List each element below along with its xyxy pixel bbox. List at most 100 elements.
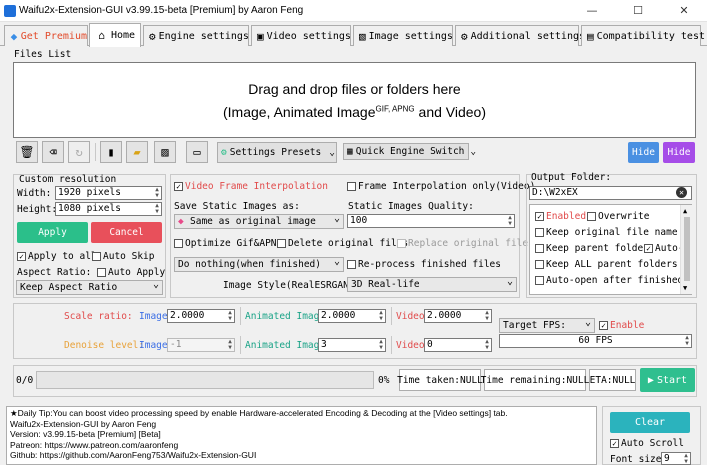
maximize-button[interactable]: ☐ [615, 0, 661, 22]
image-style-select[interactable]: 3D Real-life [347, 277, 517, 292]
scale-video-input[interactable]: 2.0000 ▲ ▼ [424, 309, 492, 323]
apply-to-all-checkbox[interactable]: Apply to all [17, 251, 97, 262]
tab-engine-settings[interactable]: ⚙ Engine settings [143, 25, 249, 46]
settings-presets-button[interactable]: ⚙ Settings Presets ⌄ [217, 142, 337, 163]
tab-video-settings[interactable]: ▣ Video settings [251, 25, 351, 46]
output-options-list: Enabled Overwrite Keep original file nam… [529, 204, 692, 295]
reprocess-checkbox[interactable]: Re-process finished files [347, 259, 501, 270]
drop-formats: (Image, Animated ImageGIF, APNG and Vide… [222, 104, 486, 120]
drop-instruction: Drag and drop files or folders here [248, 81, 461, 97]
denoise-image-label: Image [139, 340, 168, 351]
frame-interpolation-only-checkbox[interactable]: Frame Interpolation only(Video) [347, 181, 535, 192]
tab-image-settings[interactable]: ▧ Image settings [353, 25, 453, 46]
tab-additional-settings[interactable]: ⚙ Additional settings [455, 25, 585, 46]
aspect-ratio-label: Aspect Ratio: [17, 267, 92, 278]
gem-icon: ◆ [10, 29, 18, 43]
file-drop-zone[interactable]: Drag and drop files or folders here (Ima… [13, 62, 696, 138]
scroll-up-icon[interactable]: ▲ [683, 207, 687, 215]
film-icon: ▣ [257, 29, 264, 43]
denoise-video-input[interactable]: 0 ▲ ▼ [424, 338, 492, 352]
save-static-select[interactable]: ◆ Same as original image [174, 214, 344, 229]
fps-enable-checkbox[interactable]: Enable [599, 320, 644, 331]
keep-all-parent-folders-checkbox[interactable]: Keep ALL parent folders [535, 259, 678, 270]
output-path-input[interactable]: D:\W2xEX [529, 186, 692, 200]
target-fps-select[interactable]: Target FPS: [499, 318, 595, 333]
save-static-label: Save Static Images as: [174, 201, 300, 212]
font-size-input[interactable]: 9 ▲ ▼ [661, 452, 691, 465]
denoise-image-input[interactable]: -1 ▲ ▼ [167, 338, 235, 352]
tab-bar: ◆ Get Premium ⌂ Home ⚙ Engine settings ▣ Vid… [0, 22, 707, 47]
when-finished-select[interactable]: Do nothing(when finished) [174, 257, 344, 272]
tab-home[interactable]: ⌂ Home [89, 23, 141, 47]
scroll-down-icon[interactable]: ▼ [683, 284, 687, 292]
output-overwrite-checkbox[interactable]: Overwrite [587, 211, 649, 222]
video-frame-interpolation-checkbox[interactable]: Video Frame Interpolation [174, 181, 328, 192]
scale-image-input[interactable]: 2.0000 ▲ ▼ [167, 309, 235, 323]
output-options-scrollbar[interactable]: ▲ ▼ [680, 205, 692, 294]
refresh-button[interactable]: ↻ [68, 141, 90, 163]
denoise-video-label: Video [396, 340, 425, 351]
log-line: Version: v3.99.15-beta [Premium] [Beta] [10, 429, 161, 439]
log-textbox[interactable]: ★Daily Tip:You can boost video processin… [6, 406, 597, 465]
hide-button-1[interactable]: Hide [628, 142, 659, 163]
height-spinner[interactable]: ▲ ▼ [153, 203, 161, 215]
progress-bar [36, 371, 374, 389]
monitor-icon: ▭ [193, 145, 201, 159]
auto-scroll-checkbox[interactable]: Auto Scroll [610, 438, 684, 449]
static-quality-input[interactable]: 100 ▲ ▼ [347, 214, 515, 228]
apply-resolution-button[interactable]: Apply [17, 222, 88, 243]
output-folder-title: Output Folder: [531, 172, 612, 183]
switch-icon: ▦ [347, 146, 353, 157]
load-file-list-button[interactable]: ▰ [126, 141, 148, 163]
home-icon: ⌂ [98, 29, 105, 42]
aspect-ratio-select[interactable]: Keep Aspect Ratio [16, 280, 163, 295]
scale-animated-input[interactable]: 2.0000 ▲ ▼ [318, 309, 386, 323]
auto-apply-checkbox[interactable]: Auto Apply [97, 267, 165, 278]
play-icon: ▶ [647, 374, 654, 386]
start-button[interactable]: ▶ Start [640, 368, 695, 392]
width-spinner[interactable]: ▲ ▼ [153, 187, 161, 199]
minimize-button[interactable]: — [569, 0, 615, 22]
image-preview-button[interactable]: ▨ [154, 141, 176, 163]
output-enabled-checkbox[interactable]: Enabled [535, 211, 586, 222]
keep-parent-folder-checkbox[interactable]: Keep parent folder [535, 243, 649, 254]
cancel-resolution-button[interactable]: Cancel [91, 222, 162, 243]
time-taken-display: Time taken:NULL [397, 369, 483, 391]
width-input[interactable]: 1920 pixels ▲ ▼ [55, 186, 162, 200]
quick-engine-switch-button[interactable]: ▦ Quick Engine Switch ⌄ [343, 143, 476, 160]
custom-resolution-title: Custom resolution [19, 174, 117, 185]
clear-path-icon[interactable]: ✕ [676, 187, 687, 198]
scroll-thumb[interactable] [684, 217, 690, 281]
chevron-down-icon: ⌄ [329, 147, 335, 158]
log-line: Waifu2x-Extension-GUI by Aaron Feng [10, 418, 157, 429]
tab-compatibility-test[interactable]: ▤ Compatibility test [581, 25, 705, 46]
close-button[interactable]: ✕ [661, 0, 707, 22]
eta-display: ETA:NULL [589, 369, 636, 391]
log-line: ★Daily Tip:You can boost video processin… [10, 408, 508, 418]
auto-skip-checkbox[interactable]: Auto Skip [92, 251, 154, 262]
save-file-list-button[interactable]: ▮ [100, 141, 122, 163]
refresh-icon: ↻ [75, 145, 83, 159]
quality-spinner[interactable]: ▲ ▼ [506, 215, 514, 227]
auto-open-checkbox[interactable]: Auto-open after finished [535, 275, 683, 286]
height-input[interactable]: 1080 pixels ▲ ▼ [55, 202, 162, 216]
folder-icon: ▰ [133, 145, 141, 159]
remove-item-button[interactable]: 🗑 [16, 141, 38, 163]
replace-original-checkbox[interactable]: Replace original file [397, 238, 528, 249]
scale-animated-label: Animated Image [245, 311, 326, 322]
delete-original-checkbox[interactable]: Delete original files [277, 238, 408, 249]
format-icon: ◆ [178, 216, 184, 227]
clear-log-button[interactable]: Clear [610, 412, 690, 433]
monitor-button[interactable]: ▭ [186, 141, 208, 163]
clear-list-button[interactable]: ⌫ [42, 141, 64, 163]
tab-get-premium[interactable]: ◆ Get Premium [4, 25, 88, 46]
eraser-icon: ⌫ [49, 145, 57, 159]
denoise-animated-input[interactable]: 3 ▲ ▼ [318, 338, 386, 352]
fps-value-input[interactable]: 60 FPS ▲ ▼ [499, 334, 692, 348]
progress-percent: 0% [378, 375, 390, 386]
hide-button-2[interactable]: Hide [663, 142, 695, 163]
optimize-gif-checkbox[interactable]: Optimize Gif&APNG [174, 238, 282, 249]
image-style-label: Image Style(RealESRGAN): [223, 280, 361, 291]
static-quality-label: Static Images Quality: [348, 201, 474, 212]
keep-original-name-checkbox[interactable]: Keep original file name [535, 227, 678, 238]
